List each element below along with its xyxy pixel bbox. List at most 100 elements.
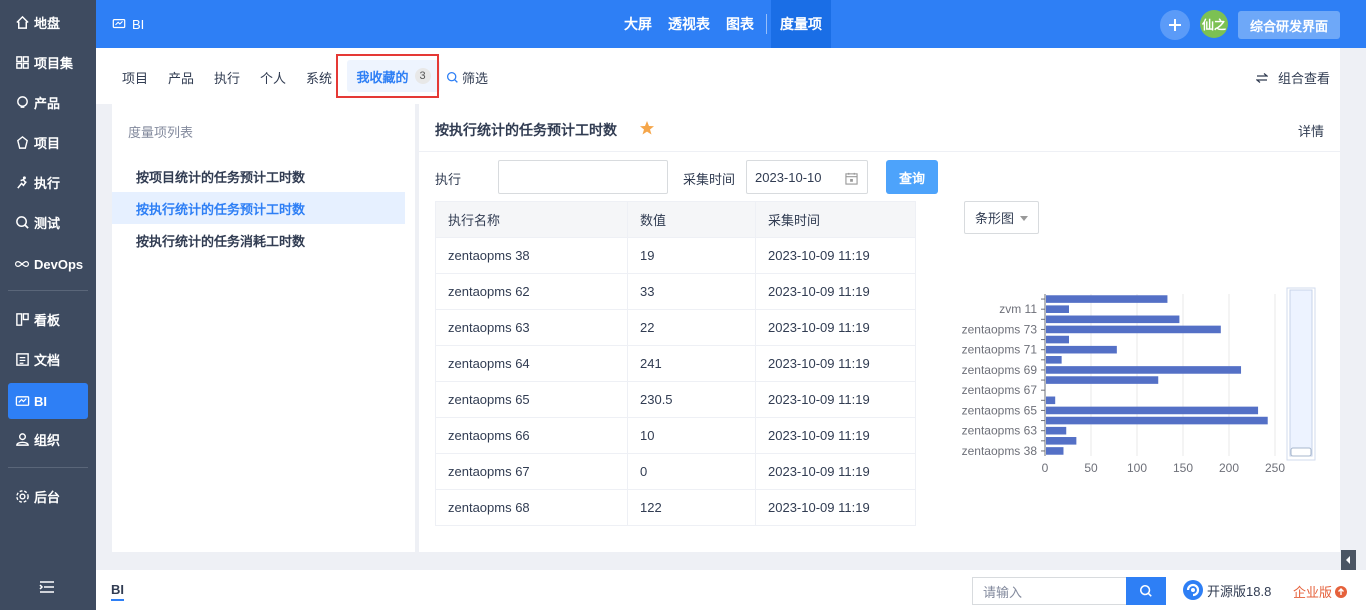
grid-icon bbox=[14, 54, 30, 70]
collect-time-value: 2023-10-10 bbox=[755, 169, 822, 185]
table-cell: zentaopms 38 bbox=[435, 237, 628, 274]
filter-label: 筛选 bbox=[462, 71, 489, 86]
detail-header: 按执行统计的任务预计工时数 详情 bbox=[419, 104, 1340, 152]
nav-separator bbox=[766, 14, 767, 34]
project-icon bbox=[14, 134, 30, 150]
sidebar-item-product[interactable]: 产品 bbox=[8, 84, 88, 120]
app-title-text: BI bbox=[132, 16, 145, 32]
bar bbox=[1046, 396, 1056, 405]
table-cell: zentaopms 65 bbox=[435, 381, 628, 418]
bar bbox=[1046, 437, 1077, 445]
table-cell: zentaopms 63 bbox=[435, 309, 628, 346]
y-tick-label: zentaopms 67 bbox=[962, 383, 1038, 397]
sidebar-item-execution[interactable]: 执行 bbox=[8, 164, 88, 200]
search-input[interactable]: 请输入 bbox=[972, 577, 1127, 605]
metric-table: 执行名称 数值 采集时间 zentaopms 38 19 2023-10-09 11… bbox=[435, 201, 916, 526]
filter-button[interactable]: 筛选 bbox=[446, 68, 488, 87]
footer: BI 请输入 开源版18.8 企业版 bbox=[96, 570, 1366, 610]
sidebar-item-project[interactable]: 项目 bbox=[8, 124, 88, 160]
table-cell: zentaopms 67 bbox=[435, 453, 628, 490]
table-cell: 10 bbox=[627, 417, 756, 454]
sidebar-item-devops[interactable]: DevOps bbox=[8, 246, 88, 282]
tab-execution[interactable]: 执行 bbox=[214, 68, 240, 87]
table-cell: 2023-10-09 11:19 bbox=[755, 417, 916, 454]
tab-project[interactable]: 项目 bbox=[122, 68, 148, 87]
bar bbox=[1046, 447, 1064, 455]
sidebar-item-label: 后台 bbox=[34, 489, 61, 505]
scroll-handle[interactable] bbox=[1341, 550, 1356, 570]
bar bbox=[1046, 366, 1242, 374]
breadcrumb[interactable]: BI bbox=[111, 582, 124, 601]
collect-time-input[interactable]: 2023-10-10 bbox=[746, 160, 868, 194]
table-cell: 2023-10-09 11:19 bbox=[755, 273, 916, 310]
plus-icon bbox=[1169, 19, 1181, 31]
enterprise-link[interactable]: 企业版 bbox=[1293, 582, 1348, 601]
collapse-menu-icon[interactable] bbox=[38, 578, 56, 596]
sidebar-item-kanban[interactable]: 看板 bbox=[8, 301, 88, 337]
open-version-link[interactable]: 开源版18.8 bbox=[1182, 579, 1271, 601]
tab-personal[interactable]: 个人 bbox=[260, 68, 286, 87]
sidebar-item-bi[interactable]: BI bbox=[8, 383, 88, 419]
sidebar-item-label: BI bbox=[34, 393, 47, 409]
add-button[interactable] bbox=[1160, 10, 1190, 40]
combo-view-label: 组合查看 bbox=[1278, 71, 1331, 86]
table-row: zentaopms 67 0 2023-10-09 11:19 bbox=[435, 453, 916, 490]
sidebar-item-program[interactable]: 项目集 bbox=[8, 44, 88, 80]
chart-type-select[interactable]: 条形图 bbox=[964, 201, 1039, 234]
metric-detail-panel: 按执行统计的任务预计工时数 详情 执行 采集时间 2023-10-10 查询 执… bbox=[419, 104, 1340, 552]
nav-chart[interactable]: 图表 bbox=[718, 0, 762, 48]
nav-metric[interactable]: 度量项 bbox=[771, 0, 831, 48]
metric-list-panel: 度量项列表 按项目统计的任务预计工时数 按执行统计的任务预计工时数 按执行统计的… bbox=[112, 104, 415, 552]
zoom-slider-handle bbox=[1290, 447, 1312, 457]
zoom-slider-window bbox=[1289, 289, 1313, 457]
home-icon bbox=[14, 14, 30, 30]
star-icon[interactable] bbox=[639, 120, 655, 139]
nav-screen[interactable]: 大屏 bbox=[616, 0, 660, 48]
sidebar-item-test[interactable]: 测试 bbox=[8, 204, 88, 240]
zentao-logo-icon bbox=[1183, 580, 1203, 600]
sidebar-item-doc[interactable]: 文档 bbox=[8, 341, 88, 377]
sidebar-item-dashboard[interactable]: 地盘 bbox=[8, 4, 88, 40]
bar bbox=[1046, 335, 1069, 344]
metric-list-item[interactable]: 按执行统计的任务预计工时数 bbox=[112, 192, 405, 224]
x-tick-label: 150 bbox=[1173, 461, 1193, 475]
bar bbox=[1046, 376, 1159, 384]
combo-view-button[interactable]: 组合查看 bbox=[1256, 68, 1330, 87]
user-icon bbox=[14, 431, 30, 447]
bar bbox=[1046, 325, 1221, 334]
table-cell: 2023-10-09 11:19 bbox=[755, 453, 916, 490]
top-header: BI 大屏 透视表 图表 度量项 仙之 综合研发界面 bbox=[96, 0, 1366, 48]
x-tick-label: 0 bbox=[1042, 461, 1049, 475]
calendar-icon bbox=[845, 172, 858, 185]
details-link[interactable]: 详情 bbox=[1298, 121, 1324, 140]
chevron-down-icon bbox=[1020, 216, 1028, 221]
tab-product[interactable]: 产品 bbox=[168, 68, 194, 87]
nav-pivot[interactable]: 透视表 bbox=[660, 0, 718, 48]
bi-icon bbox=[14, 393, 30, 409]
sidebar-item-org[interactable]: 组织 bbox=[8, 421, 88, 457]
sidebar-item-label: 看板 bbox=[34, 312, 61, 328]
upgrade-icon bbox=[1335, 585, 1348, 598]
table-cell: zentaopms 68 bbox=[435, 489, 628, 526]
search-button[interactable] bbox=[1126, 577, 1166, 605]
chart-type-value: 条形图 bbox=[975, 211, 1015, 226]
sidebar-item-label: DevOps bbox=[34, 256, 84, 272]
tab-system[interactable]: 系统 bbox=[306, 68, 332, 87]
metric-list-item[interactable]: 按执行统计的任务消耗工时数 bbox=[112, 224, 405, 256]
sidebar-item-label: 产品 bbox=[34, 95, 61, 111]
execution-input[interactable] bbox=[498, 160, 668, 194]
sidebar-item-admin[interactable]: 后台 bbox=[8, 478, 88, 514]
table-cell: 2023-10-09 11:19 bbox=[755, 309, 916, 346]
bar bbox=[1046, 305, 1069, 313]
run-icon bbox=[14, 174, 30, 190]
sidebar-item-label: 测试 bbox=[34, 215, 61, 231]
y-tick-label: zentaopms 63 bbox=[962, 424, 1038, 438]
table-cell: 2023-10-09 11:19 bbox=[755, 345, 916, 382]
column-header: 采集时间 bbox=[755, 201, 916, 238]
rnd-interface-button[interactable]: 综合研发界面 bbox=[1238, 11, 1340, 39]
avatar[interactable]: 仙之 bbox=[1200, 10, 1228, 38]
bi-icon bbox=[112, 17, 126, 31]
query-button[interactable]: 查询 bbox=[886, 160, 938, 194]
metric-list-item[interactable]: 按项目统计的任务预计工时数 bbox=[112, 160, 405, 192]
right-edge-strip bbox=[1340, 48, 1366, 570]
